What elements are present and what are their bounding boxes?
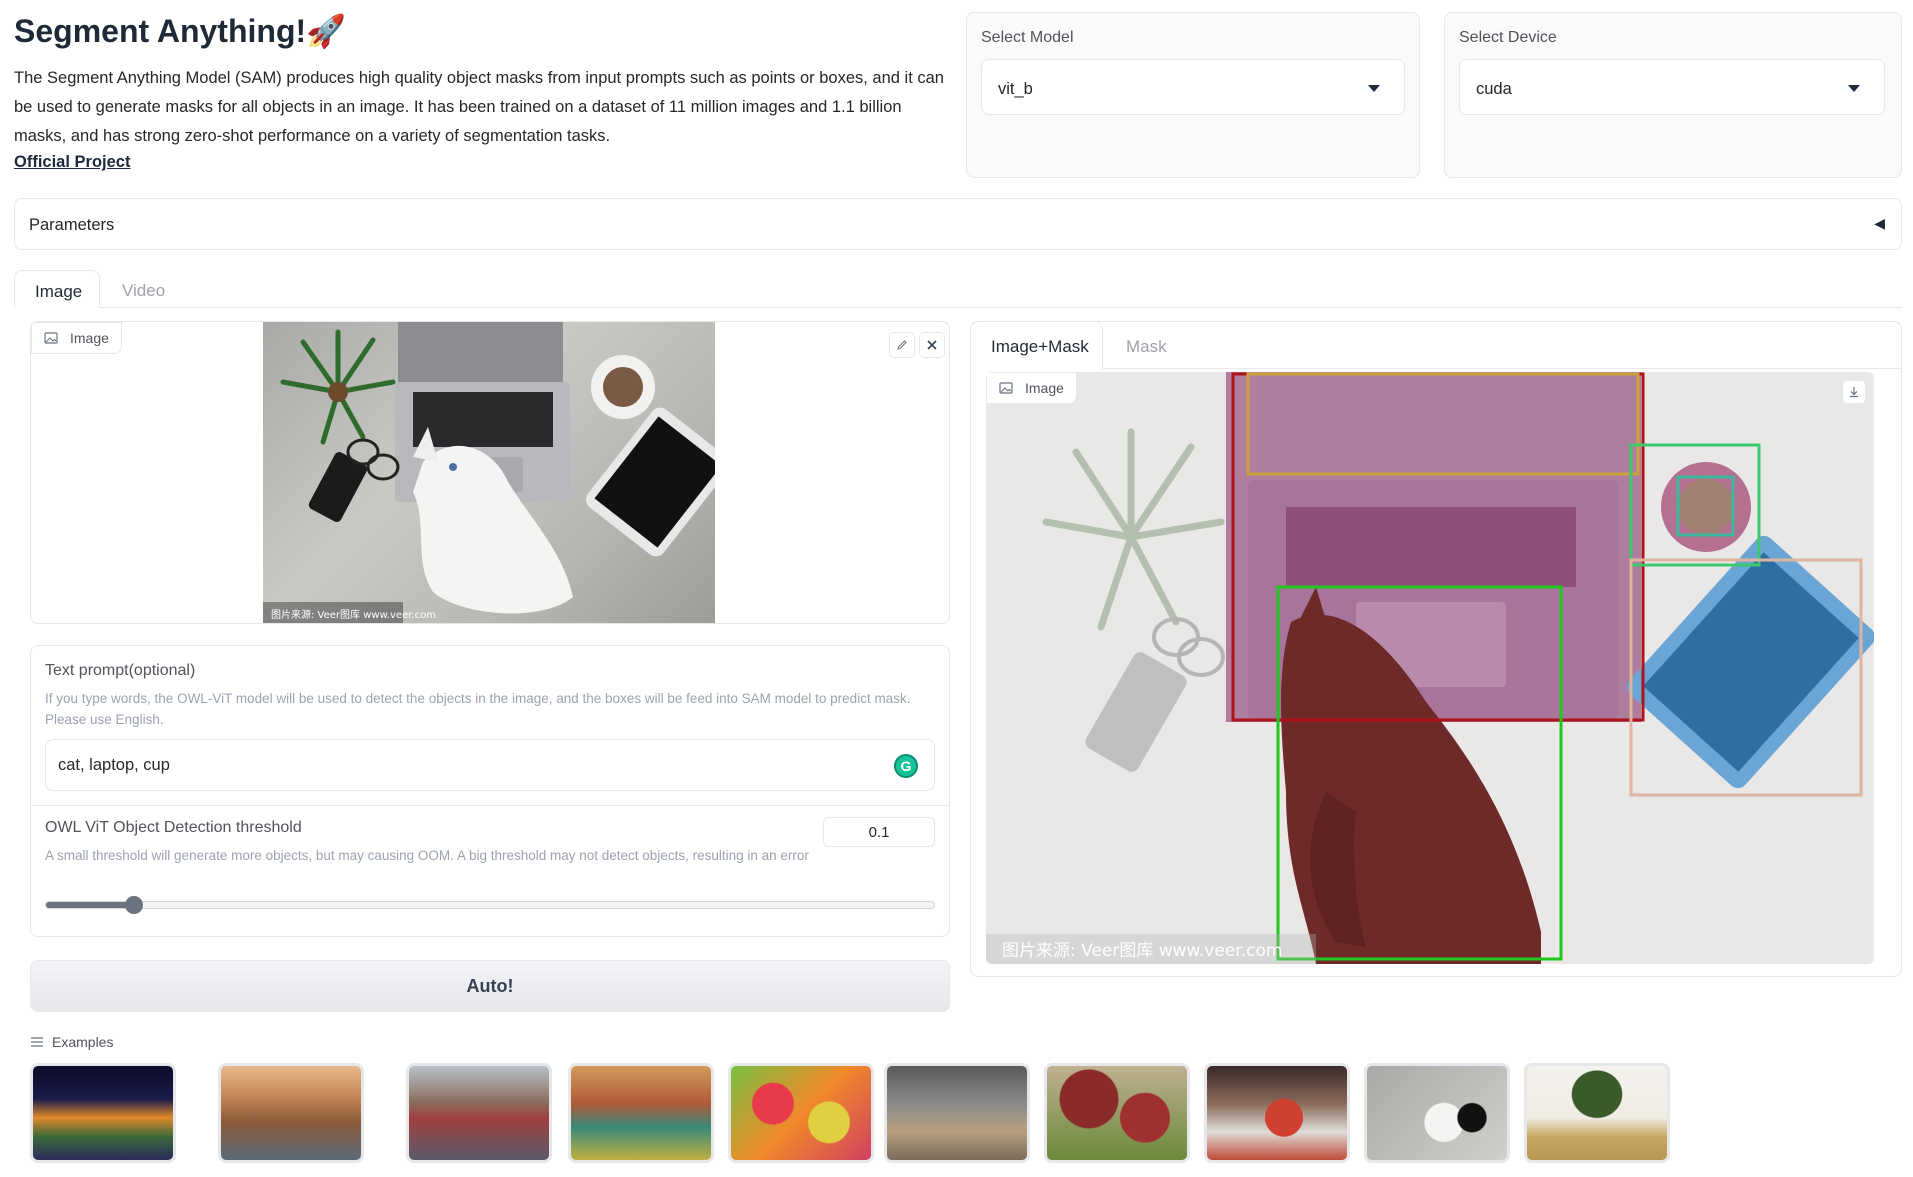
example-thumb-5[interactable]	[728, 1063, 874, 1163]
list-icon	[31, 1037, 43, 1047]
text-prompt-info: If you type words, the OWL-ViT model wil…	[45, 691, 911, 727]
threshold-slider-track[interactable]	[45, 901, 935, 909]
input-watermark: 图片来源: Veer图库 www.veer.com	[271, 608, 436, 621]
tabs-divider	[14, 307, 1902, 308]
text-prompt-input[interactable]: cat, laptop, cup G	[45, 739, 935, 791]
input-image-panel[interactable]: Image 图片来源: Veer图库 www.veer.com	[30, 321, 950, 624]
parameters-label: Parameters	[29, 216, 115, 234]
output-image-chip-label: Image	[1025, 380, 1064, 396]
title-text: Segment Anything!	[14, 13, 307, 49]
desk-scene-illustration: 图片来源: Veer图库 www.veer.com	[263, 322, 715, 623]
example-thumb-6[interactable]	[884, 1063, 1030, 1163]
image-chip-label: Image	[70, 330, 109, 346]
page-title: Segment Anything!🚀	[14, 12, 346, 50]
tab-mask[interactable]: Mask	[1126, 337, 1167, 357]
example-thumb-7[interactable]	[1044, 1063, 1190, 1163]
example-thumb-3[interactable]	[406, 1063, 552, 1163]
rocket-icon: 🚀	[306, 13, 346, 49]
download-icon	[1850, 387, 1858, 398]
output-watermark: 图片来源: Veer图库 www.veer.com	[1002, 941, 1282, 961]
example-thumb-2[interactable]	[218, 1063, 364, 1163]
threshold-number-input[interactable]: 0.1	[823, 817, 935, 847]
threshold-slider-fill	[46, 902, 135, 908]
threshold-label: OWL ViT Object Detection threshold	[45, 819, 302, 836]
example-thumb-4[interactable]	[568, 1063, 714, 1163]
close-icon	[927, 340, 937, 350]
image-label-chip: Image	[31, 322, 122, 354]
pencil-icon	[897, 340, 907, 350]
model-select-panel: Select Model vit_b	[966, 12, 1420, 178]
device-dropdown-value: cuda	[1476, 80, 1512, 98]
threshold-info: A small threshold will generate more obj…	[45, 848, 809, 863]
image-icon	[44, 332, 58, 344]
block-divider	[31, 805, 949, 806]
segmentation-result-illustration: 图片来源: Veer图库 www.veer.com	[986, 372, 1874, 964]
example-thumb-9[interactable]	[1364, 1063, 1510, 1163]
model-dropdown[interactable]: vit_b	[981, 59, 1405, 115]
tab-image[interactable]: Image	[14, 270, 100, 308]
chevron-down-icon	[1368, 85, 1380, 92]
tab-image-mask[interactable]: Image+Mask	[971, 322, 1103, 369]
prompt-block: Text prompt(optional) If you type words,…	[30, 645, 950, 937]
input-photo: 图片来源: Veer图库 www.veer.com	[263, 322, 715, 623]
model-dropdown-value: vit_b	[998, 80, 1033, 98]
model-select-label: Select Model	[981, 29, 1074, 46]
collapse-triangle-icon: ◀	[1874, 215, 1885, 231]
output-image: 图片来源: Veer图库 www.veer.com Image	[986, 372, 1874, 964]
edit-button[interactable]	[889, 332, 915, 358]
text-prompt-value: cat, laptop, cup	[58, 756, 170, 774]
examples-label: Examples	[52, 1034, 114, 1050]
threshold-slider-handle[interactable]	[125, 896, 143, 914]
device-select-label: Select Device	[1459, 29, 1557, 46]
image-icon	[999, 382, 1013, 394]
auto-button[interactable]: Auto!	[30, 960, 950, 1012]
output-tabs-divider	[971, 368, 1901, 369]
device-dropdown[interactable]: cuda	[1459, 59, 1885, 115]
text-prompt-label: Text prompt(optional)	[45, 662, 196, 679]
clear-button[interactable]	[919, 332, 945, 358]
intro-description: The Segment Anything Model (SAM) produce…	[14, 69, 944, 145]
example-thumb-1[interactable]	[30, 1063, 176, 1163]
output-image-label-chip: Image	[986, 372, 1077, 404]
examples-spacer	[14, 1020, 1902, 1021]
example-thumb-8[interactable]	[1204, 1063, 1350, 1163]
output-panel: Image+Mask Mask 图片来源: Veer图库 www.veer.co…	[970, 321, 1902, 977]
tab-video[interactable]: Video	[122, 281, 165, 301]
device-select-panel: Select Device cuda	[1444, 12, 1902, 178]
examples-header: Examples	[30, 1034, 113, 1050]
download-button[interactable]	[1842, 380, 1866, 404]
example-thumb-10[interactable]	[1524, 1063, 1670, 1163]
grammarly-icon[interactable]: G	[894, 754, 918, 778]
official-project-link[interactable]: Official Project	[14, 153, 130, 172]
chevron-down-icon	[1848, 85, 1860, 92]
parameters-accordion[interactable]: Parameters ◀	[14, 198, 1902, 250]
